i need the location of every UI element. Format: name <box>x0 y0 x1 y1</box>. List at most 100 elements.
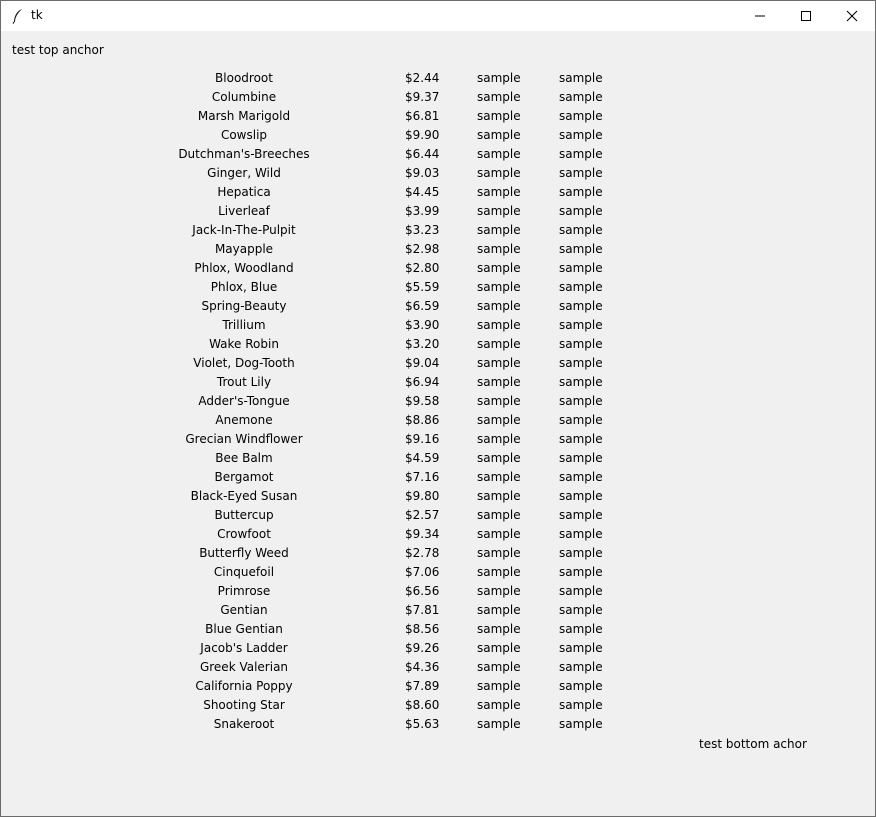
list-row: Cowslip $9.90 sample sample <box>1 126 875 145</box>
sample-cell: sample <box>477 584 521 598</box>
price-label: $4.36 <box>405 660 440 674</box>
sample-cell: sample <box>477 318 521 332</box>
price-label: $2.98 <box>405 242 440 256</box>
flower-name: Bergamot <box>214 470 274 484</box>
list-row: Liverleaf $3.99 sample sample <box>1 202 875 221</box>
maximize-icon <box>801 11 811 21</box>
list-row: Gentian $7.81 sample sample <box>1 601 875 620</box>
close-button[interactable] <box>829 1 875 31</box>
list-row: Trillium $3.90 sample sample <box>1 316 875 335</box>
price-label: $2.44 <box>405 71 440 85</box>
flower-name: Hepatica <box>217 185 271 199</box>
flower-name: Cowslip <box>220 128 268 142</box>
sample-cell: sample <box>559 109 603 123</box>
sample-cell: sample <box>559 356 603 370</box>
sample-cell: sample <box>559 280 603 294</box>
list-row: Marsh Marigold $6.81 sample sample <box>1 107 875 126</box>
sample-cell: sample <box>559 527 603 541</box>
sample-cell: sample <box>477 527 521 541</box>
flower-name: Phlox, Woodland <box>194 261 294 275</box>
list-row: California Poppy $7.89 sample sample <box>1 677 875 696</box>
sample-cell: sample <box>477 375 521 389</box>
price-label: $5.59 <box>405 280 440 294</box>
flower-name: Anemone <box>215 413 273 427</box>
flower-name: Trout Lily <box>216 375 272 389</box>
minimize-icon <box>755 15 765 17</box>
flower-name: Adder's-Tongue <box>198 394 290 408</box>
app-window: tk test top anchor Bloodroot $2.44 sample s… <box>0 0 876 817</box>
price-label: $3.23 <box>405 223 440 237</box>
title-bar[interactable]: tk <box>1 1 875 31</box>
sample-cell: sample <box>559 71 603 85</box>
sample-cell: sample <box>559 679 603 693</box>
sample-cell: sample <box>559 489 603 503</box>
price-label: $7.16 <box>405 470 440 484</box>
bottom-anchor-label: test bottom achor <box>699 737 807 751</box>
top-anchor-label: test top anchor <box>12 43 104 57</box>
flower-name: Dutchman's-Breeches <box>178 147 310 161</box>
list-row: Snakeroot $5.63 sample sample <box>1 715 875 734</box>
flower-name: Phlox, Blue <box>210 280 278 294</box>
price-label: $7.89 <box>405 679 440 693</box>
list-row: Blue Gentian $8.56 sample sample <box>1 620 875 639</box>
flower-name: Violet, Dog-Tooth <box>193 356 295 370</box>
flower-name: Liverleaf <box>218 204 270 218</box>
list-row: Greek Valerian $4.36 sample sample <box>1 658 875 677</box>
list-row: Columbine $9.37 sample sample <box>1 88 875 107</box>
sample-cell: sample <box>477 508 521 522</box>
sample-cell: sample <box>559 318 603 332</box>
list-row: Violet, Dog-Tooth $9.04 sample sample <box>1 354 875 373</box>
list-row: Phlox, Woodland $2.80 sample sample <box>1 259 875 278</box>
close-icon <box>846 10 858 22</box>
sample-cell: sample <box>477 90 521 104</box>
price-label: $4.59 <box>405 451 440 465</box>
list-row: Bergamot $7.16 sample sample <box>1 468 875 487</box>
list-row: Grecian Windflower $9.16 sample sample <box>1 430 875 449</box>
sample-cell: sample <box>559 660 603 674</box>
sample-cell: sample <box>477 432 521 446</box>
sample-cell: sample <box>477 204 521 218</box>
sample-cell: sample <box>477 71 521 85</box>
price-label: $9.16 <box>405 432 440 446</box>
flower-name: Marsh Marigold <box>197 109 291 123</box>
flower-name: Wake Robin <box>209 337 279 351</box>
sample-cell: sample <box>477 660 521 674</box>
list-row: Anemone $8.86 sample sample <box>1 411 875 430</box>
price-label: $6.59 <box>405 299 440 313</box>
maximize-button[interactable] <box>783 1 829 31</box>
sample-cell: sample <box>477 166 521 180</box>
sample-cell: sample <box>559 717 603 731</box>
sample-cell: sample <box>477 242 521 256</box>
flower-name: Jacob's Ladder <box>200 641 288 655</box>
price-label: $9.26 <box>405 641 440 655</box>
price-label: $3.99 <box>405 204 440 218</box>
list-row: Dutchman's-Breeches $6.44 sample sample <box>1 145 875 164</box>
flower-name: Primrose <box>217 584 271 598</box>
sample-cell: sample <box>559 299 603 313</box>
sample-cell: sample <box>559 584 603 598</box>
flower-name: Columbine <box>211 90 277 104</box>
price-label: $8.86 <box>405 413 440 427</box>
list-row: Mayapple $2.98 sample sample <box>1 240 875 259</box>
price-label: $6.81 <box>405 109 440 123</box>
flower-name: Cinquefoil <box>213 565 275 579</box>
sample-cell: sample <box>559 432 603 446</box>
sample-cell: sample <box>477 109 521 123</box>
price-label: $2.57 <box>405 508 440 522</box>
sample-cell: sample <box>559 128 603 142</box>
price-label: $7.81 <box>405 603 440 617</box>
list-row: Hepatica $4.45 sample sample <box>1 183 875 202</box>
sample-cell: sample <box>559 698 603 712</box>
list-row: Jacob's Ladder $9.26 sample sample <box>1 639 875 658</box>
sample-cell: sample <box>559 242 603 256</box>
sample-cell: sample <box>559 470 603 484</box>
list-row: Wake Robin $3.20 sample sample <box>1 335 875 354</box>
sample-cell: sample <box>477 394 521 408</box>
minimize-button[interactable] <box>737 1 783 31</box>
sample-cell: sample <box>477 185 521 199</box>
sample-cell: sample <box>477 603 521 617</box>
list-row: Bloodroot $2.44 sample sample <box>1 69 875 88</box>
price-label: $2.78 <box>405 546 440 560</box>
list-row: Trout Lily $6.94 sample sample <box>1 373 875 392</box>
sample-cell: sample <box>559 90 603 104</box>
